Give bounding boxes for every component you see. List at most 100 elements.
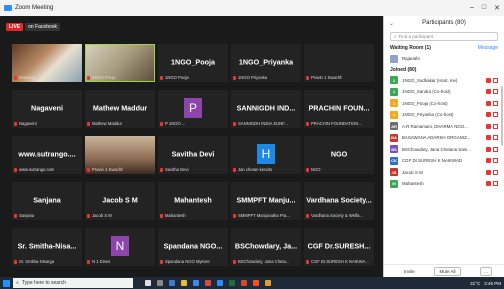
mute-all-button[interactable]: Mute All bbox=[434, 266, 461, 276]
participant-tile[interactable]: 1NGO_Priyanka 1NGO Priyanka bbox=[231, 44, 301, 82]
participant-list-item[interactable]: JS Jacob S M bbox=[384, 167, 504, 179]
participant-list-scrollbar[interactable] bbox=[501, 86, 503, 146]
clock[interactable]: 2:45 PM bbox=[484, 281, 501, 286]
participant-status-icons bbox=[486, 77, 498, 83]
participant-list-item[interactable]: 1 1NGO_Pooja (Co-host) bbox=[384, 98, 504, 110]
video-off-icon[interactable] bbox=[493, 158, 498, 164]
participant-tile[interactable]: Sanjana Sanjana bbox=[12, 182, 82, 220]
video-off-icon[interactable] bbox=[493, 181, 498, 187]
video-off-icon[interactable] bbox=[493, 146, 498, 152]
participant-list-item[interactable]: 1 1NGO_Sudhakar (Host, me) bbox=[384, 75, 504, 87]
video-off-icon[interactable] bbox=[493, 100, 498, 106]
weather[interactable]: 31°C bbox=[470, 281, 480, 286]
participant-list-item[interactable]: BS BSChowdary, Jana Chetana Sam... bbox=[384, 144, 504, 156]
participant-list-item[interactable]: 1 1NGO_Priyanka (Co-host) bbox=[384, 109, 504, 121]
close-icon[interactable]: ✕ bbox=[494, 4, 500, 12]
muted-mic-icon bbox=[306, 167, 309, 172]
participant-tile[interactable]: Sr. Smitha-Nisa... Sr. Smitha-Nisarga bbox=[12, 228, 82, 266]
participant-tile[interactable]: 1NGO_Pooja 1NGO Pooja bbox=[158, 44, 228, 82]
participant-list-item[interactable]: M Mahantesh bbox=[384, 178, 504, 190]
live-channel[interactable]: on Facebook bbox=[25, 23, 61, 31]
participant-tile[interactable]: SMMPFT Manju... SMMPFT Manjunatha Pra... bbox=[231, 182, 301, 220]
muted-mic-icon[interactable] bbox=[486, 181, 491, 187]
participant-tile[interactable]: SANNIGDH IND... SANNIGDH INDIA SUNF... bbox=[231, 90, 301, 128]
participant-tile[interactable]: www.sutrango.... www.sutrango.com bbox=[12, 136, 82, 174]
video-off-icon[interactable] bbox=[493, 77, 498, 83]
app-icon[interactable] bbox=[205, 280, 211, 286]
participant-tile[interactable]: 1NGO Pooja bbox=[85, 44, 155, 82]
participant-label-text: 1NGO Priyanka bbox=[238, 75, 268, 80]
muted-mic-icon[interactable] bbox=[486, 135, 491, 141]
participant-label-text: Mahantesh bbox=[165, 213, 186, 218]
muted-mic-icon[interactable] bbox=[486, 77, 491, 83]
live-indicator[interactable]: LIVE on Facebook bbox=[6, 22, 61, 32]
avatar: 1 bbox=[390, 76, 398, 85]
edge-icon[interactable] bbox=[169, 280, 175, 286]
app-icon[interactable] bbox=[265, 280, 271, 286]
taskbar-search[interactable]: ⌕ Type here to search bbox=[13, 278, 133, 288]
minimize-icon[interactable]: – bbox=[470, 4, 474, 12]
avatar: M bbox=[390, 179, 398, 188]
message-button[interactable]: Message bbox=[478, 45, 498, 51]
collapse-chevron-icon[interactable]: ⌄ bbox=[389, 20, 394, 27]
muted-mic-icon[interactable] bbox=[486, 158, 491, 164]
file-explorer-icon[interactable] bbox=[181, 280, 187, 286]
video-off-icon[interactable] bbox=[493, 135, 498, 141]
task-view-icon[interactable] bbox=[157, 280, 163, 286]
find-participant-input[interactable]: ⌕ Find a participant bbox=[390, 32, 498, 41]
windows-start-icon[interactable] bbox=[3, 279, 10, 287]
participant-tile[interactable]: BSChowdary, Ja... BSChowdary, Jana Cheta.… bbox=[231, 228, 301, 266]
participant-tile[interactable]: Mathew Maddur Mathew Maddur bbox=[85, 90, 155, 128]
participant-name-label: 1NGO Pooja bbox=[87, 75, 116, 80]
video-off-icon[interactable] bbox=[493, 112, 498, 118]
muted-mic-icon bbox=[87, 167, 90, 172]
participant-status-icons bbox=[486, 123, 498, 129]
office-icon[interactable] bbox=[253, 280, 259, 286]
participant-tile[interactable]: Savitha Devi Savitha Devi bbox=[158, 136, 228, 174]
zoom-taskbar-icon[interactable] bbox=[217, 280, 223, 286]
muted-mic-icon[interactable] bbox=[486, 123, 491, 129]
participant-tile[interactable]: Spandana NGO... Spandana NGO Mysore bbox=[158, 228, 228, 266]
participant-tile[interactable]: Pravin 1 Swachh bbox=[85, 136, 155, 174]
powerpoint-icon[interactable] bbox=[241, 280, 247, 286]
participant-list-item[interactable]: 1 1NGO_Sandra (Co-host) bbox=[384, 86, 504, 98]
muted-mic-icon[interactable] bbox=[486, 89, 491, 95]
joined-header[interactable]: Joined (80) bbox=[384, 65, 504, 75]
participant-name-label: 1NGO Priyanka bbox=[233, 75, 267, 80]
participant-avatar: H bbox=[257, 144, 275, 164]
participant-tile[interactable]: Pravin 1 Swachh bbox=[304, 44, 374, 82]
participant-name-label: NGO bbox=[306, 167, 321, 172]
maximize-icon[interactable]: □ bbox=[482, 4, 486, 12]
excel-icon[interactable] bbox=[229, 280, 235, 286]
participant-tile[interactable]: PRACHIN FOUN... PRACHIN FOUNDATION... bbox=[304, 90, 374, 128]
video-off-icon[interactable] bbox=[493, 123, 498, 129]
participant-tile[interactable]: Maharaja bbox=[12, 44, 82, 82]
muted-mic-icon[interactable] bbox=[486, 146, 491, 152]
participant-tile[interactable]: CGF Dr.SURESH... CGF Dr.SURESH K NAIKWA..… bbox=[304, 228, 374, 266]
video-off-icon[interactable] bbox=[493, 169, 498, 175]
muted-mic-icon[interactable] bbox=[486, 169, 491, 175]
muted-mic-icon[interactable] bbox=[486, 100, 491, 106]
waiting-person[interactable]: Rajarathi bbox=[384, 53, 504, 65]
participant-list-item[interactable]: CK CGF Dr.SURESH K NAIKWAD bbox=[384, 155, 504, 167]
invite-button[interactable]: Invite bbox=[404, 269, 415, 274]
waiting-room-header[interactable]: Waiting Room (1) Message bbox=[384, 43, 504, 53]
more-button[interactable]: ... bbox=[480, 266, 492, 276]
participant-tile[interactable]: P P 1NGO ... bbox=[158, 90, 228, 128]
participant-tile[interactable]: NGO NGO bbox=[304, 136, 374, 174]
participant-tile[interactable]: Vardhana Society... Vardhana Society & We… bbox=[304, 182, 374, 220]
participant-tile[interactable]: NN 1 Dines bbox=[85, 228, 155, 266]
video-off-icon[interactable] bbox=[493, 89, 498, 95]
participant-name-label: Mahantesh bbox=[160, 213, 186, 218]
participant-tile[interactable]: H Jan chetan kendra bbox=[231, 136, 301, 174]
participant-tile[interactable]: Mahantesh Mahantesh bbox=[158, 182, 228, 220]
participant-display-name: SANNIGDH IND... bbox=[236, 103, 296, 113]
participant-tile[interactable]: Jacob S M Jacob S M bbox=[85, 182, 155, 220]
participant-list-item[interactable]: BA BASAWANA ADARSH ORGANIZ... bbox=[384, 132, 504, 144]
chrome-icon[interactable] bbox=[193, 280, 199, 286]
muted-mic-icon[interactable] bbox=[486, 112, 491, 118]
participant-tile[interactable]: Nagaveni Nagaveni bbox=[12, 90, 82, 128]
participant-display-name: Sanjana bbox=[33, 195, 61, 205]
participant-list-item[interactable]: AR A.R Ramamani, DHARMA NGO... bbox=[384, 121, 504, 133]
cortana-icon[interactable] bbox=[145, 280, 151, 286]
